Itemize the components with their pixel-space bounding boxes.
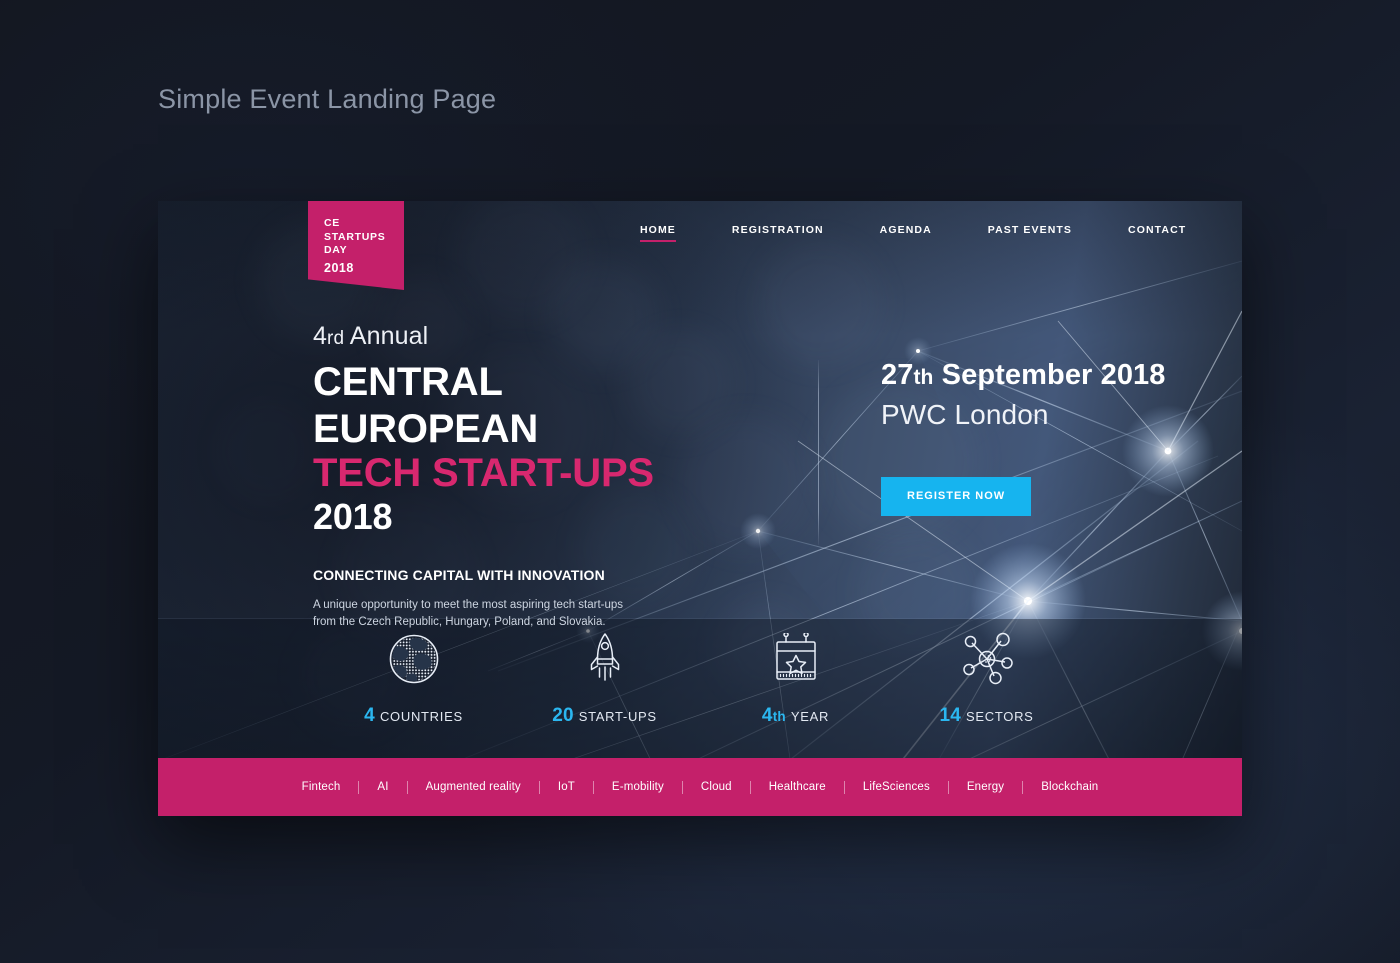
sector-tag-bar: Fintech AI Augmented reality IoT E-mobil… [158,758,1242,816]
stat-label-countries: 4 COUNTRIES [364,705,463,727]
logo-line-2: STARTUPS [324,230,386,243]
logo-line-3: DAY [324,244,348,256]
stat-number-sectors: 14 [939,705,962,726]
stat-label-sectors: 14 SECTORS [939,705,1033,727]
logo-year: 2018 [324,260,354,275]
tag-blockchain[interactable]: Blockchain [1023,781,1116,793]
tag-cloud[interactable]: Cloud [683,781,750,793]
hero-pretitle: 4rd Annual [313,320,733,355]
hero-description: A unique opportunity to meet the most as… [313,597,733,631]
hero-description-line1: A unique opportunity to meet the most as… [313,599,624,611]
hero-description-line2: from the Czech Republic, Hungary, Poland… [313,616,606,628]
hero-column-divider [818,360,819,545]
tag-energy[interactable]: Energy [949,781,1022,793]
rocket-icon [585,631,625,687]
stat-word-year: YEAR [790,709,830,724]
stat-number-countries: 4 [364,705,375,726]
landing-page-card: 4rd Annual CENTRAL EUROPEAN TECH START-U… [158,201,1242,816]
nav-item-contact[interactable]: CONTACT [1128,224,1186,242]
logo-line-1: CE [324,217,340,229]
hero-right-column: 27th September 2018 PWC London REGISTER … [881,357,1166,516]
site-logo[interactable]: CE STARTUPS DAY 2018 [308,201,404,290]
nav-item-home[interactable]: HOME [640,224,676,242]
hero-title-line1: CENTRAL EUROPEAN [313,360,539,451]
page-title: Simple Event Landing Page [158,84,497,114]
stat-item-startups: 20 START-UPS [509,631,700,727]
hero-tagline: CONNECTING CAPITAL WITH INNOVATION [313,567,605,583]
tag-e-mobility[interactable]: E-mobility [594,781,682,793]
calendar-star-icon [771,631,821,687]
stat-item-sectors: 14 SECTORS [891,631,1082,727]
globe-icon [387,631,441,687]
hero-pretitle-ordinal: rd [327,328,345,349]
stat-item-year: 4th YEAR [700,631,891,727]
nav-item-agenda[interactable]: AGENDA [880,224,932,242]
stats-row: 4 COUNTRIES 20 START-UPS 4th YEAR 14 SEC… [158,631,1242,727]
stat-number-year: 4th [761,705,786,726]
stat-label-year: 4th YEAR [762,705,829,727]
tag-healthcare[interactable]: Healthcare [751,781,844,793]
stat-ordinal-year: th [772,709,786,724]
stat-word-sectors: SECTORS [966,709,1034,724]
hero-pretitle-number: 4 [313,322,328,350]
tag-fintech[interactable]: Fintech [284,781,359,793]
hero-left-column: 4rd Annual CENTRAL EUROPEAN TECH START-U… [313,320,733,631]
nav-item-past-events[interactable]: PAST EVENTS [988,224,1072,242]
hero-title-line2: TECH START-UPS [313,451,654,495]
event-date-ordinal: th [913,366,934,389]
main-navigation: HOME REGISTRATION AGENDA PAST EVENTS CON… [640,224,1186,242]
network-icon [959,631,1015,687]
event-date-day: 27 [881,359,914,391]
event-venue: PWC London [881,399,1049,430]
tag-augmented-reality[interactable]: Augmented reality [408,781,539,793]
tag-iot[interactable]: IoT [540,781,593,793]
event-date-rest: September 2018 [933,359,1166,391]
nav-item-registration[interactable]: REGISTRATION [732,224,824,242]
stat-word-startups: START-UPS [578,709,657,724]
hero-pretitle-rest: Annual [344,322,429,350]
stat-number-startups: 20 [552,705,574,726]
tag-ai[interactable]: AI [359,781,406,793]
tag-lifesciences[interactable]: LifeSciences [845,781,948,793]
stat-item-countries: 4 COUNTRIES [318,631,509,727]
stat-word-countries: COUNTRIES [379,709,463,724]
stat-label-startups: 20 START-UPS [552,705,657,727]
event-date: 27th September 2018 [881,357,1166,396]
register-now-button[interactable]: REGISTER NOW [881,477,1032,516]
hero-title-line3: 2018 [313,496,393,537]
